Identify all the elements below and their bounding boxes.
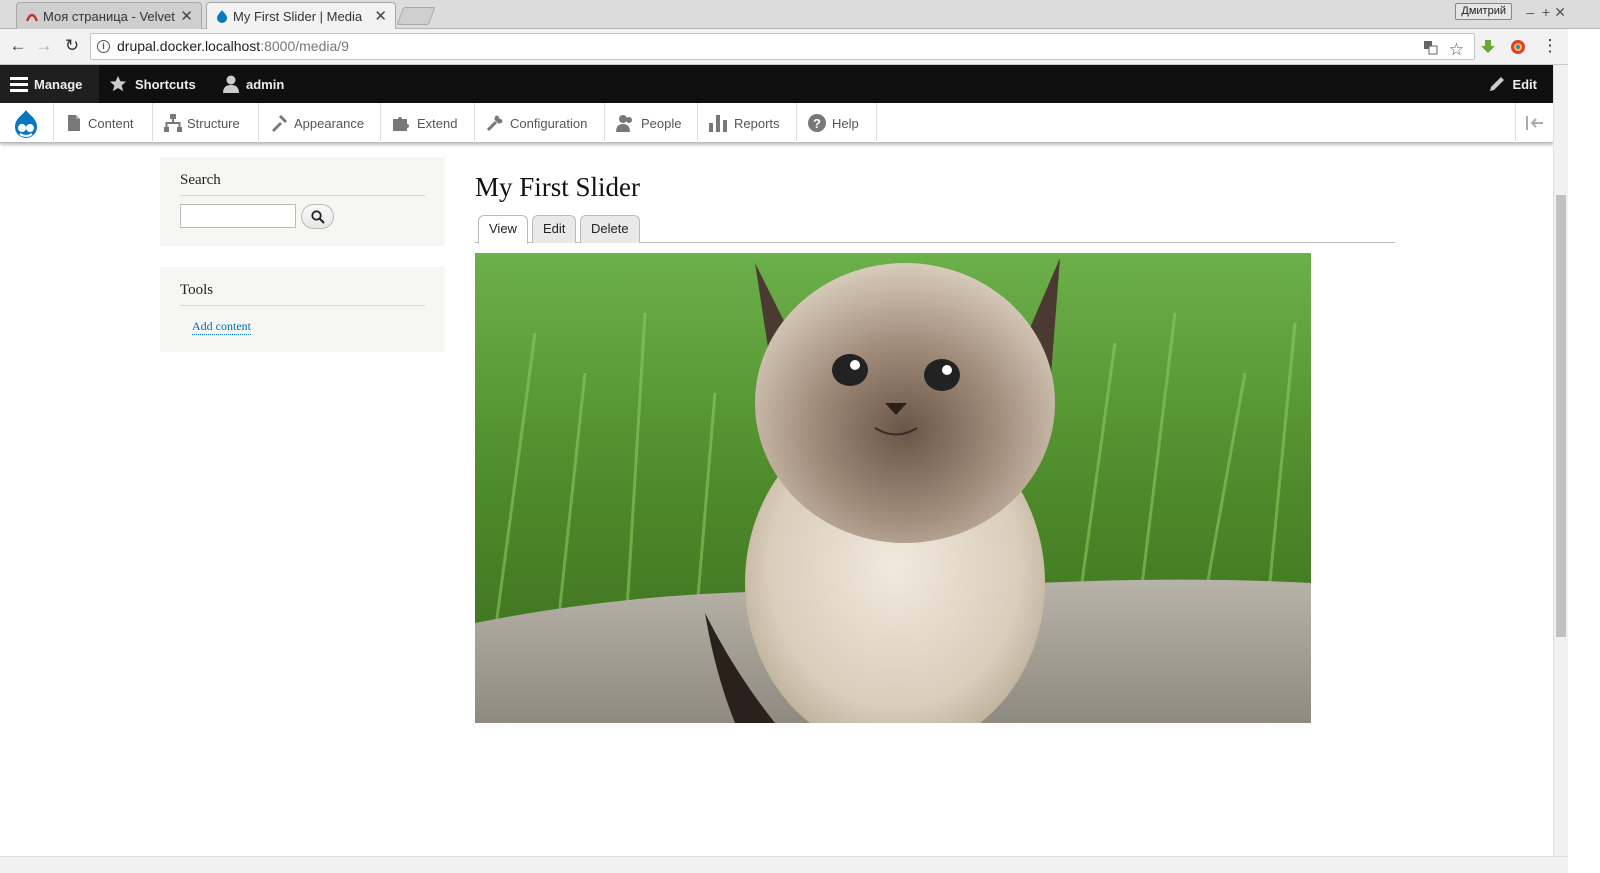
paintbrush-icon	[272, 115, 287, 132]
search-button[interactable]	[301, 204, 334, 229]
tab-delete[interactable]: Delete	[580, 215, 640, 243]
drupal-logo-icon	[15, 110, 37, 138]
admin-menu-help[interactable]: ? Help	[797, 103, 877, 143]
browser-tab-strip: Моя страница - Velvet ✕ My First Slider …	[0, 0, 1600, 30]
window-edge	[1568, 29, 1600, 873]
tab-view[interactable]: View	[478, 215, 528, 244]
admin-menu-label: People	[641, 115, 682, 131]
admin-menu-appearance[interactable]: Appearance	[259, 103, 381, 143]
user-button[interactable]: admin	[212, 65, 302, 103]
admin-menu-configuration[interactable]: Configuration	[475, 103, 605, 143]
toolbar-orientation-toggle[interactable]	[1515, 103, 1553, 143]
edit-mode-button[interactable]: Edit	[1488, 65, 1537, 103]
browser-tab-label: My First Slider | Media	[233, 9, 363, 24]
close-tab-icon[interactable]: ✕	[180, 7, 193, 25]
drupal-favicon-icon	[217, 10, 227, 23]
add-content-link[interactable]: Add content	[192, 319, 251, 335]
translate-icon[interactable]	[1423, 40, 1438, 55]
pencil-icon	[1490, 77, 1505, 91]
admin-menu-label: Structure	[187, 115, 240, 131]
back-icon[interactable]: ←	[8, 36, 28, 56]
shortcuts-label: Shortcuts	[135, 76, 196, 92]
user-label: admin	[246, 76, 285, 92]
admin-menu-label: Reports	[734, 115, 780, 131]
profile-button[interactable]: Дмитрий	[1455, 3, 1512, 20]
collapse-tray-icon	[1526, 116, 1543, 130]
edit-label: Edit	[1512, 76, 1537, 92]
user-icon	[223, 75, 239, 93]
media-image-kitten	[475, 253, 1311, 723]
admin-menu-extend[interactable]: Extend	[381, 103, 475, 143]
admin-menu-structure[interactable]: Structure	[153, 103, 259, 143]
search-icon	[311, 210, 325, 224]
scrollbar-thumb[interactable]	[1556, 195, 1566, 637]
close-tab-icon[interactable]: ✕	[374, 7, 387, 25]
bar-chart-icon	[709, 115, 727, 132]
url-path: :8000/media/9	[260, 38, 349, 54]
local-tasks-tabs: View Edit Delete	[475, 214, 1395, 244]
drupal-toolbar: Manage Shortcuts admin Edit	[0, 65, 1553, 103]
reload-icon[interactable]: ↻	[62, 36, 82, 56]
tab-edit[interactable]: Edit	[532, 215, 577, 243]
admin-menu-label: Content	[88, 115, 134, 131]
info-icon[interactable]: i	[97, 40, 110, 53]
velvet-favicon-icon	[25, 13, 39, 22]
admin-menu-label: Configuration	[510, 115, 588, 131]
manage-label: Manage	[34, 76, 83, 92]
maximize-icon[interactable]: +	[1542, 4, 1550, 20]
file-icon	[68, 115, 80, 131]
color-extension-icon[interactable]	[1510, 39, 1526, 55]
page-scrollbar[interactable]	[1553, 65, 1568, 856]
manage-button[interactable]: Manage	[0, 65, 99, 103]
chrome-menu-icon[interactable]: ⋮	[1540, 36, 1560, 56]
drupal-home-link[interactable]	[0, 103, 54, 143]
sitemap-icon	[164, 114, 182, 132]
search-block-title: Search	[180, 172, 425, 196]
star-icon	[109, 75, 127, 92]
admin-menu-tray: Content Structure Appearance Extend Conf…	[0, 103, 1553, 143]
kitten-photo	[475, 253, 1311, 723]
admin-menu-content[interactable]: Content	[54, 103, 153, 143]
help-icon: ?	[808, 114, 826, 132]
browser-tab-label: Моя страница - Velvet	[43, 8, 175, 24]
search-block: Search	[160, 157, 445, 246]
hamburger-icon	[10, 77, 28, 92]
admin-menu-label: Help	[832, 115, 859, 131]
admin-menu-reports[interactable]: Reports	[698, 103, 797, 143]
forward-icon[interactable]: →	[34, 36, 54, 56]
new-tab-button[interactable]	[396, 7, 436, 25]
bookmark-star-icon[interactable]: ☆	[1449, 37, 1464, 62]
shortcuts-button[interactable]: Shortcuts	[99, 65, 214, 103]
page-title: My First Slider	[475, 172, 641, 202]
search-input[interactable]	[180, 204, 296, 228]
tools-block: Tools Add content	[160, 267, 445, 352]
people-icon	[616, 115, 632, 132]
minimize-icon[interactable]: –	[1526, 4, 1534, 20]
admin-menu-label: Appearance	[294, 115, 365, 131]
puzzle-icon	[393, 117, 409, 131]
wrench-icon	[486, 115, 503, 132]
status-strip	[0, 856, 1568, 873]
admin-menu-label: Extend	[417, 115, 458, 131]
url-host: drupal.docker.localhost	[117, 38, 261, 54]
browser-tab-slider[interactable]: My First Slider | Media ✕	[206, 2, 396, 30]
download-extension-icon[interactable]	[1480, 39, 1496, 55]
svg-text:?: ?	[813, 116, 821, 131]
browser-tab-velvet[interactable]: Моя страница - Velvet ✕	[16, 2, 202, 29]
address-bar[interactable]: i drupal.docker.localhost:8000/media/9 ☆	[90, 33, 1475, 60]
tools-block-title: Tools	[180, 282, 425, 306]
close-window-icon[interactable]: ✕	[1554, 4, 1566, 21]
browser-toolbar: ← → ↻ i drupal.docker.localhost:8000/med…	[0, 29, 1600, 65]
admin-menu-people[interactable]: People	[605, 103, 698, 143]
